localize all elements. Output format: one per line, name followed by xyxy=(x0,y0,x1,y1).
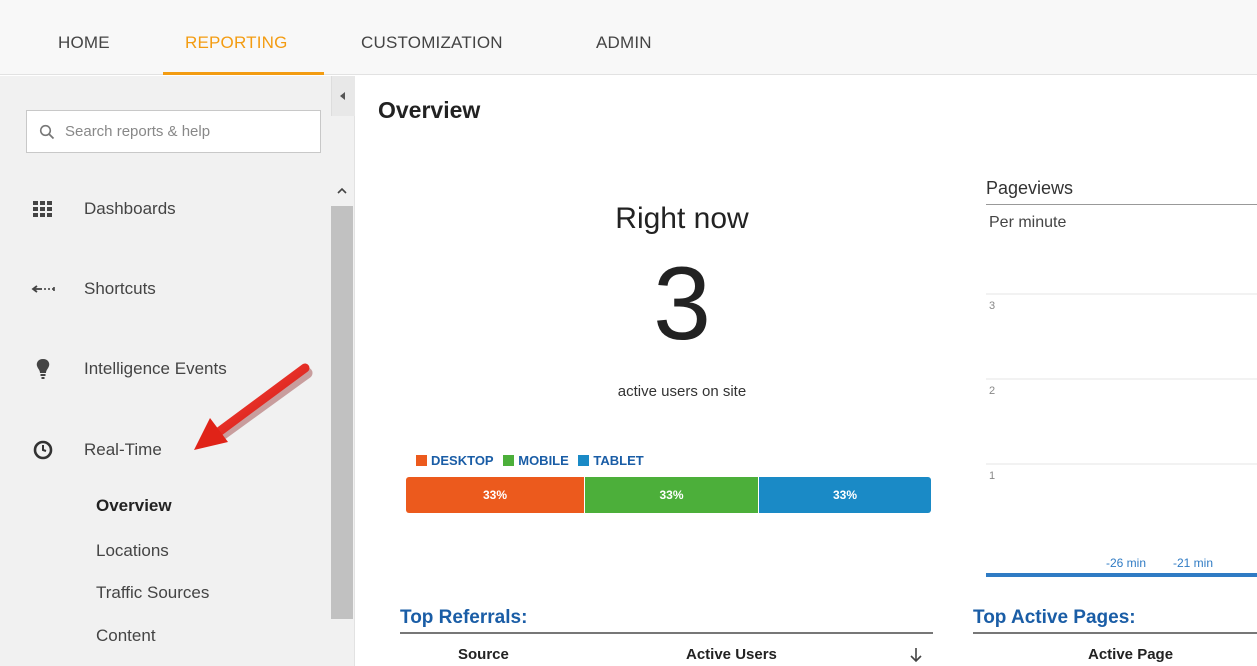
top-active-pages-title: Top Active Pages: xyxy=(973,607,1136,628)
active-tab-indicator xyxy=(163,72,324,75)
search-placeholder: Search reports & help xyxy=(65,123,211,140)
x-tick-label: -26 min xyxy=(1106,556,1146,570)
legend-mobile: MOBILE xyxy=(503,453,569,468)
active-users-label: active users on site xyxy=(617,383,747,400)
grid-icon xyxy=(33,201,52,217)
y-tick-label: 3 xyxy=(989,300,995,312)
col-active-page-header[interactable]: Active Page xyxy=(1088,646,1173,663)
search-icon xyxy=(39,124,55,140)
sidebar-item-label: Dashboards xyxy=(84,199,176,218)
y-tick-label: 1 xyxy=(989,470,995,482)
right-now-label: Right now xyxy=(615,202,749,235)
sidebar-subitem-traffic-sources[interactable]: Traffic Sources xyxy=(96,583,209,603)
collapse-sidebar-button[interactable] xyxy=(331,76,355,116)
tab-admin[interactable]: ADMIN xyxy=(596,33,652,53)
active-user-count: 3 xyxy=(653,246,711,362)
annotation-arrow xyxy=(194,363,313,450)
device-legend: DESKTOP MOBILE TABLET xyxy=(416,453,650,468)
sidebar-item-label: Real-Time xyxy=(84,440,162,459)
arrow-left-icon xyxy=(31,285,55,293)
tab-customization[interactable]: CUSTOMIZATION xyxy=(361,33,503,53)
series-line xyxy=(986,573,1257,577)
sidebar: Search reports & help Dashboards Shortcu… xyxy=(0,76,355,666)
sidebar-item-dashboards[interactable]: Dashboards xyxy=(0,189,330,229)
y-tick-label: 2 xyxy=(989,385,995,397)
top-navigation: HOME REPORTING CUSTOMIZATION ADMIN xyxy=(0,0,1257,75)
sidebar-subitem-content[interactable]: Content xyxy=(96,626,156,646)
arrow-down-icon[interactable] xyxy=(909,646,923,664)
sidebar-subitem-locations[interactable]: Locations xyxy=(96,541,169,561)
col-source-header[interactable]: Source xyxy=(458,646,509,663)
top-referrals-divider xyxy=(400,632,933,634)
pageviews-chart: 3 2 1 -26 min -21 min xyxy=(986,293,1257,577)
clock-icon xyxy=(33,440,53,460)
pageviews-divider xyxy=(986,204,1257,205)
tab-reporting[interactable]: REPORTING xyxy=(185,33,288,53)
tablet-segment: 33% xyxy=(758,477,931,513)
col-active-users-header[interactable]: Active Users xyxy=(686,646,777,663)
top-referrals-title: Top Referrals: xyxy=(400,607,528,628)
device-breakdown-bar: 33% 33% 33% xyxy=(406,477,931,513)
search-input[interactable]: Search reports & help xyxy=(26,110,321,153)
x-tick-label: -21 min xyxy=(1173,556,1213,570)
pageviews-title: Pageviews xyxy=(986,178,1074,198)
sidebar-subitem-overview[interactable]: Overview xyxy=(96,496,172,516)
top-active-pages-divider xyxy=(973,632,1257,634)
legend-desktop: DESKTOP xyxy=(416,453,494,468)
main-content: Overview Right now 3 active users on sit… xyxy=(356,76,1257,666)
lightbulb-icon xyxy=(36,359,50,379)
legend-tablet: TABLET xyxy=(578,453,644,468)
tab-home[interactable]: HOME xyxy=(58,33,110,53)
desktop-segment: 33% xyxy=(406,477,584,513)
page-title: Overview xyxy=(378,97,481,123)
scroll-up-icon[interactable] xyxy=(336,186,348,196)
mobile-segment: 33% xyxy=(584,477,758,513)
chevron-left-icon xyxy=(340,92,345,100)
scrollbar-thumb[interactable] xyxy=(331,206,353,619)
sidebar-item-shortcuts[interactable]: Shortcuts xyxy=(0,269,330,309)
sidebar-item-label: Shortcuts xyxy=(84,279,156,298)
